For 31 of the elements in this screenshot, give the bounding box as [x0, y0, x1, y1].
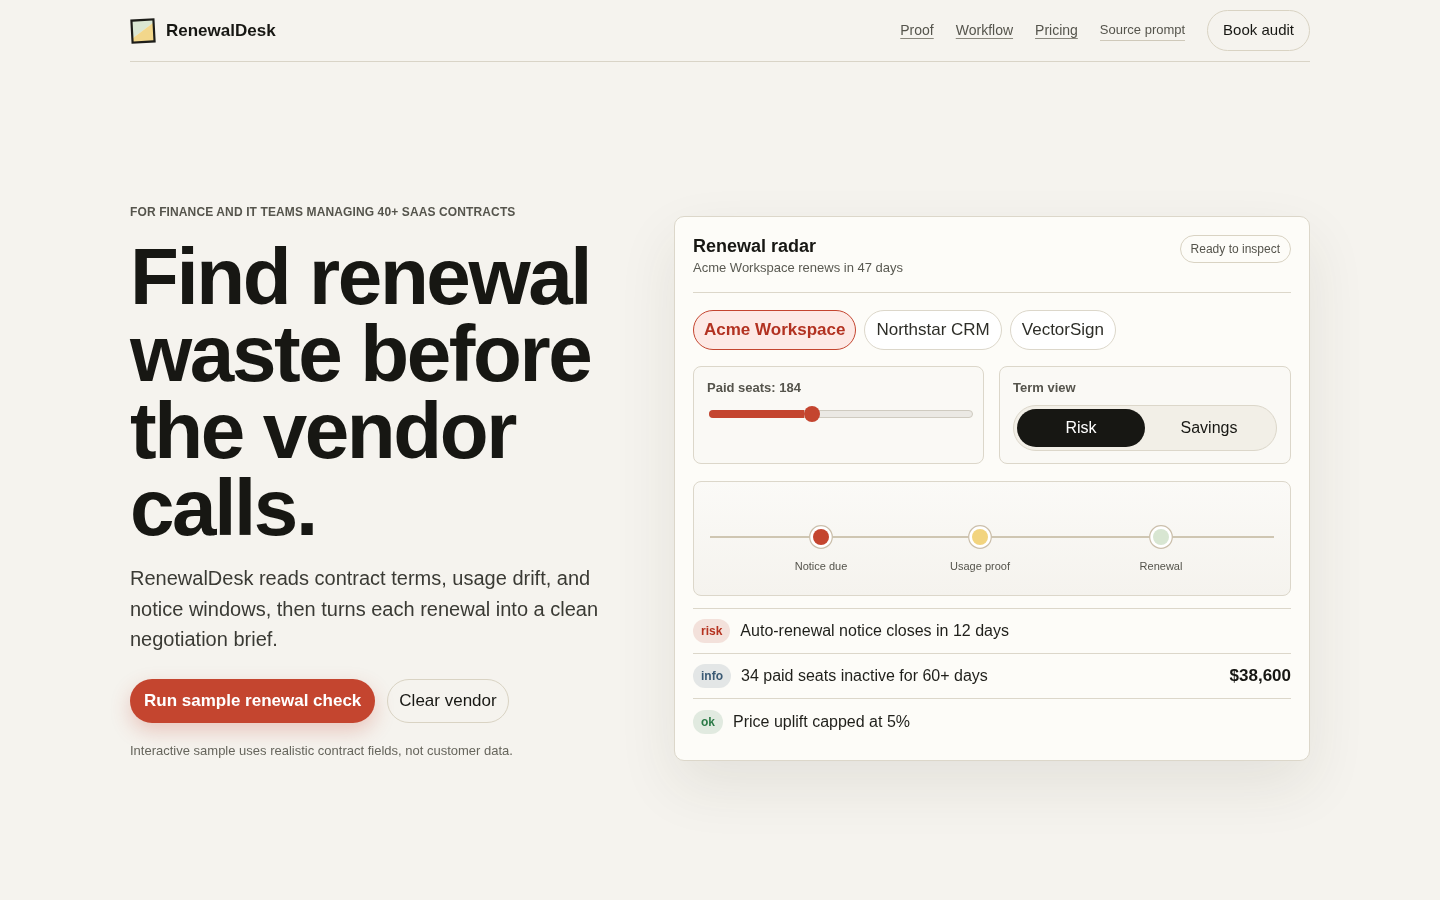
source-prompt-link[interactable]: Source prompt	[1099, 19, 1186, 42]
footnote-text: Interactive sample uses realistic contract fields, not customer data.	[130, 742, 514, 759]
term-view-option[interactable]: Risk	[1017, 409, 1145, 447]
term-view-label: Term view	[1013, 380, 1077, 396]
milestone-label: Renewal	[1139, 559, 1183, 573]
hero-headline: Find renewal waste before the vendor calls.	[130, 238, 592, 546]
slider-thumb[interactable]	[804, 406, 821, 422]
savings-amount: $38,600	[1229, 665, 1291, 688]
finding-text: 34 paid seats inactive for 60+ days	[741, 666, 988, 686]
nav-link[interactable]: Proof	[900, 20, 934, 41]
brand-name: RenewalDesk	[166, 19, 276, 42]
milestone-label: Notice due	[794, 559, 848, 573]
finding-tag: ok	[693, 709, 723, 734]
finding-text: Auto-renewal notice closes in 12 days	[740, 621, 1009, 641]
run-check-button[interactable]: Run sample renewal check	[130, 678, 376, 723]
seats-label: Paid seats: 184	[707, 380, 802, 396]
hero-description: RenewalDesk reads contract terms, usage drift, and notice windows, then turns each renewal into a clean negotiation brief.	[130, 566, 600, 652]
logo-icon	[130, 17, 156, 44]
finding-tag: risk	[693, 619, 731, 643]
term-view-option[interactable]: Savings	[1145, 409, 1273, 447]
eyebrow-text: FOR FINANCE AND IT TEAMS MANAGING 40+ SAAS CONTRACTS	[130, 204, 517, 220]
card-subtitle: Acme Workspace renews in 47 days	[693, 259, 904, 277]
milestone-label: Usage proof	[950, 559, 1010, 573]
vendor-tab[interactable]: Acme Workspace	[693, 310, 857, 350]
nav-link[interactable]: Workflow	[955, 20, 1014, 41]
finding-tag: info	[693, 664, 731, 688]
finding-text: Price uplift capped at 5%	[733, 711, 910, 732]
nav-link[interactable]: Pricing	[1035, 20, 1078, 41]
card-title: Renewal radar	[693, 235, 818, 257]
vendor-tab[interactable]: VectorSign	[1009, 310, 1116, 350]
vendor-tab[interactable]: Northstar CRM	[864, 310, 1002, 350]
